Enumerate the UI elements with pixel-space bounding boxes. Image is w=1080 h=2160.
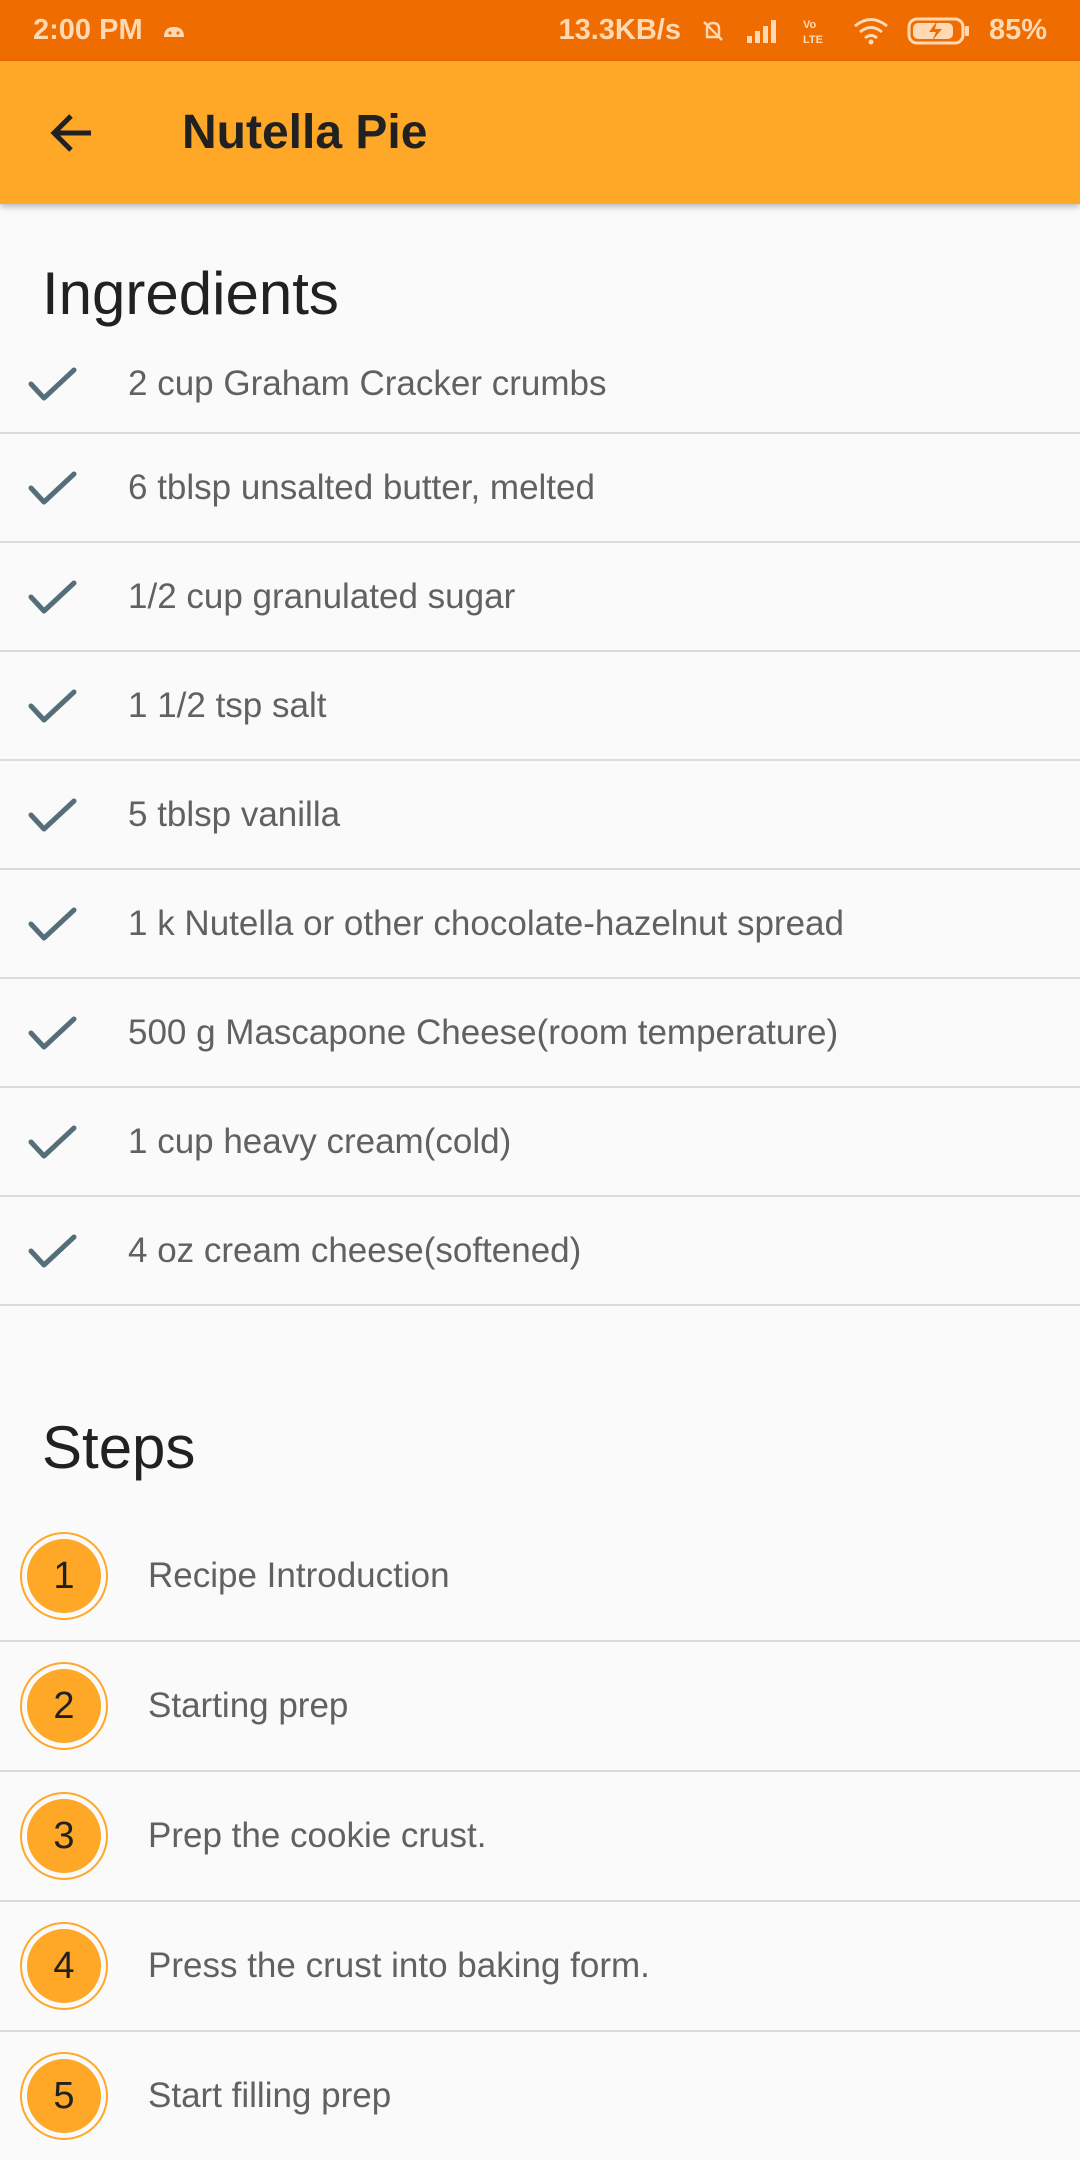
ingredient-row[interactable]: 6 tblsp unsalted butter, melted (0, 434, 1080, 543)
volte-icon: Vo LTE (801, 16, 835, 46)
step-number: 2 (27, 1669, 101, 1743)
check-icon (28, 689, 77, 722)
svg-text:LTE: LTE (803, 34, 823, 46)
check-icon (28, 367, 77, 401)
check-icon (28, 798, 77, 831)
ingredient-row[interactable]: 500 g Mascapone Cheese(room temperature) (0, 979, 1080, 1088)
ingredient-row[interactable]: 2 cup Graham Cracker crumbs (0, 336, 1080, 434)
step-number: 5 (27, 2059, 101, 2133)
ingredient-text: 6 tblsp unsalted butter, melted (128, 467, 595, 507)
step-number-badge: 5 (20, 2052, 108, 2140)
status-bar: 2:00 PM 13.3KB/s Vo LTE 85% (0, 0, 1080, 61)
check-icon (28, 580, 77, 613)
steps-heading: Steps (42, 1414, 196, 1481)
ingredient-text: 1/2 cup granulated sugar (128, 576, 516, 616)
step-number: 4 (27, 1929, 101, 2003)
wifi-icon (853, 17, 889, 45)
step-row[interactable]: 5 Start filling prep (0, 2032, 1080, 2160)
check-icon (28, 1125, 77, 1158)
network-speed: 13.3KB/s (558, 14, 681, 46)
step-number-badge: 1 (20, 1532, 108, 1620)
ingredient-text: 2 cup Graham Cracker crumbs (128, 364, 607, 403)
step-list: 1 Recipe Introduction 2 Starting prep 3 Prep … (0, 1512, 1080, 2160)
back-button[interactable] (37, 98, 107, 168)
ingredients-heading: Ingredients (42, 260, 339, 327)
signal-icon (745, 18, 783, 44)
ingredient-text: 1 cup heavy cream(cold) (128, 1121, 512, 1161)
ingredient-text: 4 oz cream cheese(softened) (128, 1230, 582, 1270)
ingredient-text: 1 1/2 tsp salt (128, 685, 327, 725)
step-text: Recipe Introduction (148, 1556, 450, 1595)
ingredient-row[interactable]: 1 k Nutella or other chocolate-hazelnut … (0, 870, 1080, 979)
ingredient-text: 5 tblsp vanilla (128, 794, 341, 834)
battery-percent: 85% (988, 14, 1047, 46)
step-number-badge: 4 (20, 1922, 108, 2010)
recipe-content: Ingredients 2 cup Graham Cracker crumbs 6… (0, 204, 1080, 2160)
step-row[interactable]: 2 Starting prep (0, 1642, 1080, 1772)
step-text: Prep the cookie crust. (148, 1816, 487, 1855)
ingredient-text: 500 g Mascapone Cheese(room temperature) (128, 1012, 839, 1052)
step-number: 1 (27, 1539, 101, 1613)
arrow-back-icon (50, 113, 91, 152)
ingredient-row[interactable]: 5 tblsp vanilla (0, 761, 1080, 870)
status-time: 2:00 PM (33, 14, 143, 46)
status-right: 13.3KB/s Vo LTE 85% (558, 14, 1047, 47)
ingredient-row[interactable]: 1 1/2 tsp salt (0, 652, 1080, 761)
ingredient-row[interactable]: 4 oz cream cheese(softened) (0, 1197, 1080, 1306)
battery-charging-icon (907, 16, 971, 46)
mute-icon (699, 17, 727, 45)
svg-text:Vo: Vo (803, 19, 817, 31)
status-left: 2:00 PM (33, 14, 187, 47)
step-row[interactable]: 4 Press the crust into baking form. (0, 1902, 1080, 2032)
ingredient-list: 2 cup Graham Cracker crumbs 6 tblsp unsal… (0, 336, 1080, 1306)
ingredient-text: 1 k Nutella or other chocolate-hazelnut … (128, 903, 844, 943)
step-row[interactable]: 1 Recipe Introduction (0, 1512, 1080, 1642)
check-icon (28, 1016, 77, 1049)
step-text: Starting prep (148, 1686, 349, 1725)
step-number: 3 (27, 1799, 101, 1873)
check-icon (28, 1234, 77, 1267)
screen: 2:00 PM 13.3KB/s Vo LTE 85% Nutella Pie … (0, 0, 1080, 2160)
step-row[interactable]: 3 Prep the cookie crust. (0, 1772, 1080, 1902)
check-icon (28, 471, 77, 504)
check-icon (28, 907, 77, 940)
step-number-badge: 2 (20, 1662, 108, 1750)
step-number-badge: 3 (20, 1792, 108, 1880)
ingredient-row[interactable]: 1 cup heavy cream(cold) (0, 1088, 1080, 1197)
step-text: Start filling prep (148, 2076, 392, 2115)
ingredient-row[interactable]: 1/2 cup granulated sugar (0, 543, 1080, 652)
step-text: Press the crust into baking form. (148, 1946, 650, 1985)
app-bar: Nutella Pie (0, 61, 1080, 204)
android-icon (161, 21, 187, 41)
page-title: Nutella Pie (182, 106, 428, 159)
